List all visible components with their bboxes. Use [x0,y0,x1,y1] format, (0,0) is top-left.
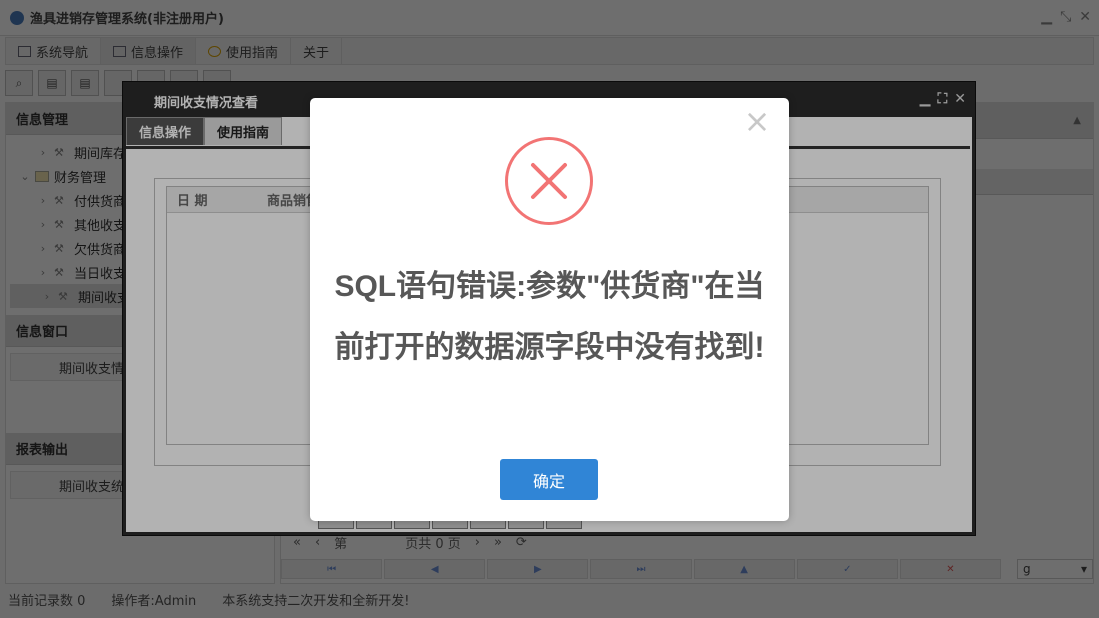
dialog-close-icon[interactable]: × [743,105,771,137]
confirm-button[interactable]: 确定 [500,459,598,500]
error-cross-icon [531,163,567,199]
error-dialog: × SQL语句错误:参数"供货商"在当前打开的数据源字段中没有找到! 确定 [310,98,789,521]
error-message: SQL语句错误:参数"供货商"在当前打开的数据源字段中没有找到! [334,270,765,364]
error-icon [505,137,593,225]
